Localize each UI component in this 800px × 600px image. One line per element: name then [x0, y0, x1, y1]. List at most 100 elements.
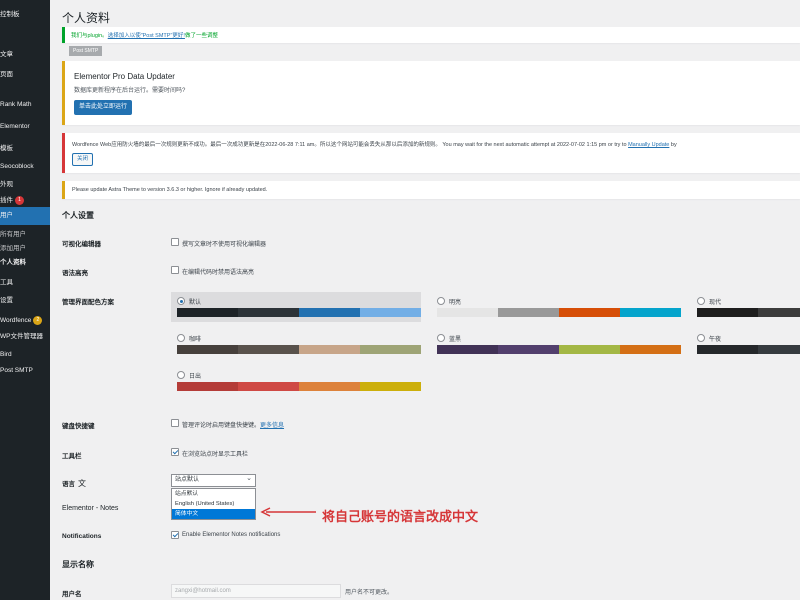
scheme-swatches	[437, 345, 681, 354]
swatch	[697, 345, 758, 354]
sidebar-item-templates[interactable]: 模板	[0, 140, 50, 158]
keyboard-shortcuts-label: 键盘快捷键	[62, 423, 95, 430]
scheme-radio[interactable]	[437, 334, 445, 342]
syntax-highlight-checkbox[interactable]	[171, 266, 179, 274]
post-smtp-tag: Post SMTP	[69, 46, 103, 56]
astra-notice-text: Please update Astra Theme to version 3.6…	[72, 187, 268, 193]
smtp-notice-text: 我们与plugin。选择加入以使"Post SMTP"更好!做了一些调整	[71, 31, 218, 39]
username-label: 用户名	[62, 591, 82, 598]
toolbar-checkbox-label: 在浏览站点时显示工具栏	[182, 452, 249, 458]
swatch	[177, 308, 238, 317]
keyboard-shortcuts-checkbox[interactable]	[171, 419, 179, 427]
manual-update-link[interactable]: Manually Update	[628, 142, 669, 148]
keyboard-shortcuts-checkbox-label: 管理评论时启用键盘快捷键。更多信息	[182, 420, 284, 429]
scheme-radio[interactable]	[177, 297, 185, 305]
wordfence-text: Wordfence Web应用防火墙的最后一次规则更新不成功。最后一次成功更新是…	[72, 142, 629, 148]
visual-editor-checkbox-label: 撰写文章时不使用可视化编辑器	[182, 242, 267, 248]
sidebar-item-label: 文章	[0, 51, 13, 58]
translate-icon: ⽂	[78, 479, 86, 488]
scheme-name: 咖啡	[189, 337, 202, 343]
page-title: 个人资料	[62, 11, 111, 25]
swatch	[437, 308, 498, 317]
swatch	[437, 345, 498, 354]
sidebar-item-file-manager[interactable]: WP文件管理器	[0, 328, 50, 346]
sidebar-item-elementor[interactable]: Elementor	[0, 118, 50, 136]
update-count-badge: 1	[15, 195, 24, 205]
toolbar-checkbox[interactable]	[171, 448, 179, 456]
visual-editor-checkbox[interactable]	[171, 238, 179, 246]
language-label: 语言	[62, 481, 75, 488]
smtp-notice-suffix: 做了一些调整	[184, 33, 218, 39]
color-scheme-modern[interactable]: 现代	[691, 292, 800, 322]
swatch	[177, 345, 238, 354]
sidebar-item-dashboard[interactable]: 控制板	[0, 6, 50, 24]
smtp-notice: 我们与plugin。选择加入以使"Post SMTP"更好!做了一些调整	[62, 27, 800, 43]
main-content: 个人资料 我们与plugin。选择加入以使"Post SMTP"更好!做了一些调…	[50, 0, 800, 600]
sidebar-item-label: 模板	[0, 145, 13, 152]
username-description: 用户名不可更改。	[345, 590, 394, 596]
dismiss-button[interactable]: 关闭	[72, 153, 94, 166]
sidebar-item-label: 页面	[0, 71, 13, 78]
language-option-highlighted[interactable]: 简体中文	[172, 509, 255, 519]
sidebar-item-pages[interactable]: 页面	[0, 66, 50, 84]
sidebar-item-label: Seocoblock	[0, 163, 34, 170]
smtp-optin-link[interactable]: 选择加入以使"Post SMTP"更好!	[108, 33, 185, 39]
notice-description: 数据库更新程序在后台运行。需要时间吗?	[74, 88, 186, 94]
sidebar-item-seocoblock[interactable]: Seocoblock	[0, 158, 50, 176]
language-option[interactable]: English (United States)	[172, 499, 255, 509]
notifications-checkbox[interactable]	[171, 531, 179, 539]
sidebar-item-post-smtp[interactable]: Post SMTP	[0, 362, 50, 380]
color-scheme-midnight[interactable]: 午夜	[691, 329, 800, 359]
annotation-text: 将自己账号的语言改成中文	[322, 509, 479, 524]
run-updater-button[interactable]: 单击此处立即运行	[74, 100, 133, 115]
language-option[interactable]: 站点默认	[172, 489, 255, 499]
sidebar-item-label: 外观	[0, 181, 13, 188]
wordfence-notice-text: Wordfence Web应用防火墙的最后一次规则更新不成功。最后一次成功更新是…	[72, 140, 677, 148]
color-scheme-sunrise[interactable]: 日出	[171, 366, 421, 396]
sidebar-item-label: 个人资料	[0, 259, 26, 266]
scheme-radio[interactable]	[177, 371, 185, 379]
swatch	[620, 345, 681, 354]
syntax-highlight-label: 语法高亮	[62, 270, 88, 277]
notice-title: Elementor Pro Data Updater	[74, 72, 175, 81]
swatch	[620, 308, 681, 317]
scheme-name: 现代	[709, 300, 722, 306]
color-scheme-coffee[interactable]: 咖啡	[171, 329, 421, 359]
more-info-link[interactable]: 更多信息	[260, 423, 284, 429]
scheme-radio[interactable]	[697, 297, 705, 305]
scheme-radio[interactable]	[437, 297, 445, 305]
color-scheme-ectoplasm[interactable]: 蓝黑	[431, 329, 681, 359]
swatch	[299, 382, 360, 391]
scheme-swatches	[177, 345, 421, 354]
sidebar-item-profile[interactable]: 个人资料	[0, 254, 50, 272]
scheme-name: 日出	[189, 374, 202, 380]
sidebar-item-settings[interactable]: 设置	[0, 292, 50, 310]
sidebar-item-label: 用户	[0, 212, 13, 219]
swatch	[299, 308, 360, 317]
sidebar-item-label: 控制板	[0, 11, 20, 18]
swatch	[238, 308, 299, 317]
scheme-radio[interactable]	[177, 334, 185, 342]
scheme-swatches	[437, 308, 681, 317]
sidebar-item-label: 添加用户	[0, 245, 26, 252]
syntax-highlight-checkbox-label: 在编辑代码时禁用语法高亮	[182, 270, 255, 276]
sidebar-item-users[interactable]: 用户	[0, 207, 50, 225]
sidebar-item-posts[interactable]: 文章	[0, 46, 50, 64]
swatch	[758, 308, 800, 317]
sidebar-item-tools[interactable]: 工具	[0, 274, 50, 292]
color-scheme-light[interactable]: 明亮	[431, 292, 681, 322]
color-scheme-default[interactable]: 默认	[171, 292, 421, 322]
swatch	[238, 345, 299, 354]
swatch	[360, 308, 421, 317]
sidebar-item-label: Elementor	[0, 123, 30, 130]
scheme-swatches	[177, 308, 421, 317]
wordfence-suffix: by	[669, 142, 677, 148]
elementor-updater-notice: Elementor Pro Data Updater 数据库更新程序在后台运行。…	[62, 61, 800, 125]
swatch	[238, 382, 299, 391]
personal-settings-heading: 个人设置	[62, 211, 94, 220]
username-field[interactable]: zangxi@hotmail.com	[171, 584, 341, 598]
swatch	[498, 345, 559, 354]
scheme-radio[interactable]	[697, 334, 705, 342]
sidebar-item-rank-math[interactable]: Rank Math	[0, 96, 50, 114]
language-select[interactable]: 站点默认	[171, 473, 256, 487]
